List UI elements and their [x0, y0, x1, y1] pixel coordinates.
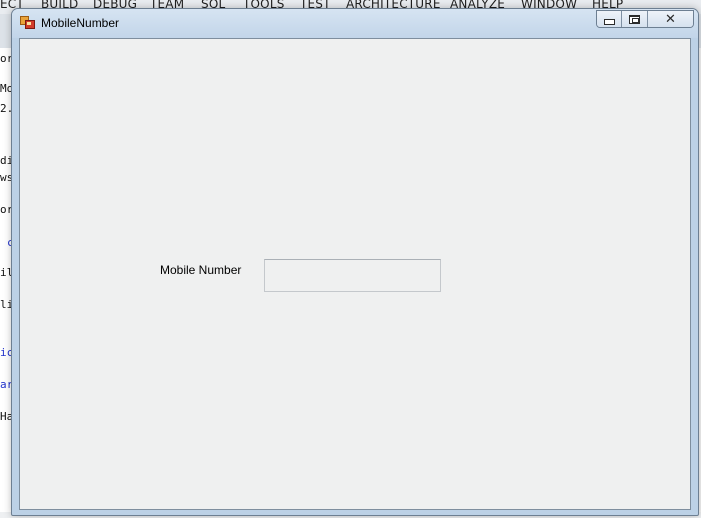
mobile-number-window: MobileNumber ✕ Mobile Number [11, 8, 699, 516]
minimize-icon [603, 19, 615, 25]
mobile-number-input[interactable] [264, 259, 441, 292]
mobile-number-label: Mobile Number [160, 263, 242, 277]
caption-buttons: ✕ [596, 10, 694, 28]
close-button[interactable]: ✕ [648, 11, 693, 27]
form-client-area: Mobile Number [19, 38, 691, 510]
winforms-app-icon[interactable] [20, 16, 36, 30]
close-icon: ✕ [665, 12, 676, 27]
maximize-icon [629, 15, 640, 24]
window-title: MobileNumber [41, 16, 120, 30]
minimize-button[interactable] [597, 11, 622, 27]
window-title-bar[interactable]: MobileNumber ✕ [12, 9, 698, 38]
maximize-button[interactable] [622, 11, 648, 27]
